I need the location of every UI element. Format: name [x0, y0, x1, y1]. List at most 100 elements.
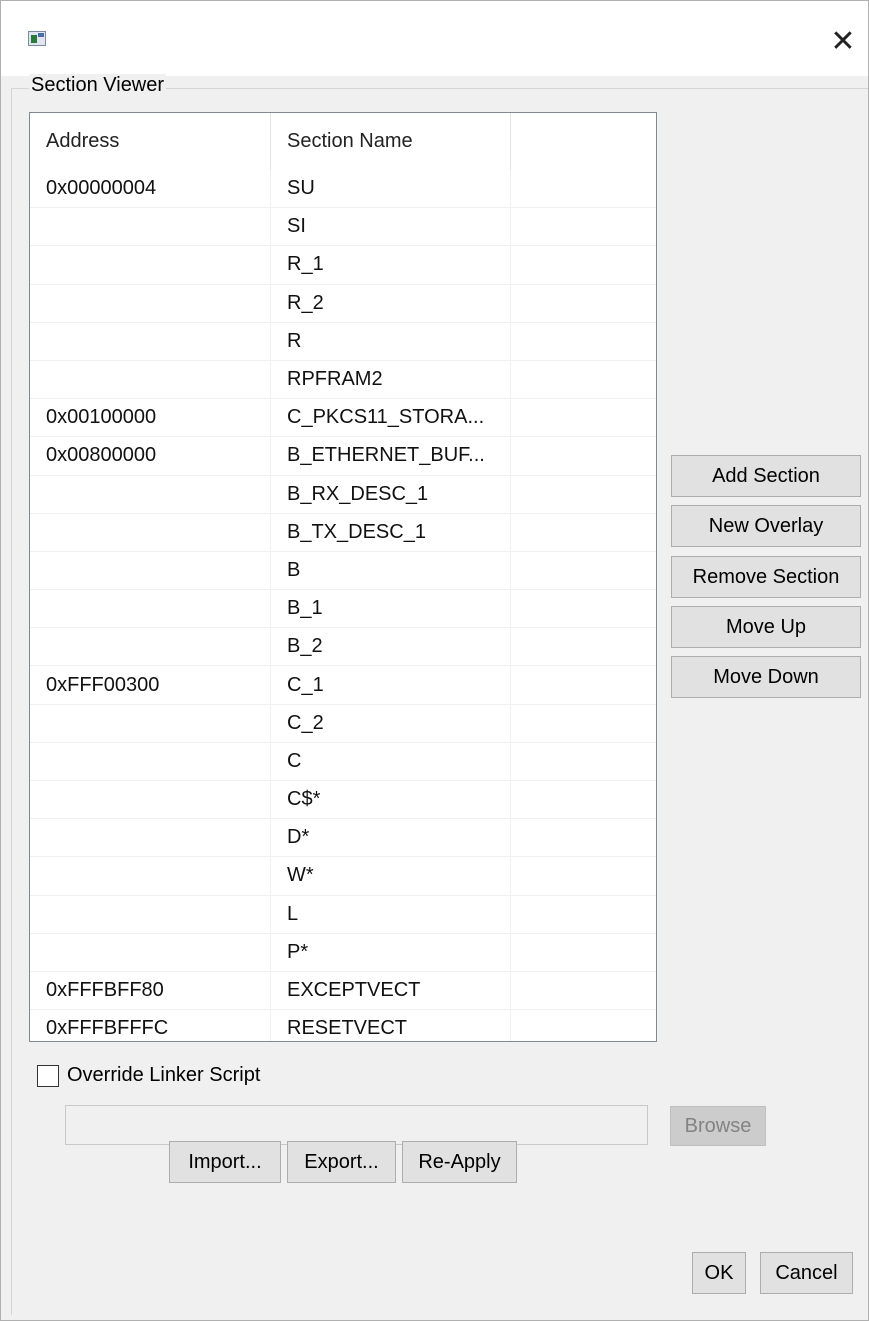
section-name-cell: C_1: [271, 666, 511, 705]
browse-button[interactable]: Browse: [670, 1106, 766, 1146]
address-cell: 0xFFF00300: [30, 666, 271, 705]
close-button[interactable]: ✕: [823, 21, 863, 61]
table-row[interactable]: C$*: [30, 781, 656, 820]
section-name-cell: R_1: [271, 246, 511, 285]
section-table[interactable]: Address Section Name 0x00000004 SU SI R_1 R_…: [29, 112, 657, 1042]
address-cell: [30, 933, 271, 972]
section-name-cell: SI: [271, 208, 511, 247]
table-row[interactable]: L: [30, 895, 656, 934]
address-cell: 0xFFFBFF80: [30, 971, 271, 1011]
filler-cell: [511, 666, 656, 705]
filler-cell: [511, 552, 656, 591]
table-row[interactable]: W*: [30, 857, 656, 896]
table-row[interactable]: 0xFFFBFFFC RESETVECT: [30, 1010, 656, 1041]
section-name-cell: W*: [271, 857, 511, 896]
address-cell: [30, 284, 271, 323]
filler-cell: [511, 857, 656, 896]
address-cell: 0x00800000: [30, 437, 271, 476]
section-name-cell: B_2: [271, 628, 511, 667]
remove-section-button[interactable]: Remove Section: [671, 556, 861, 598]
table-row[interactable]: R_2: [30, 284, 656, 323]
new-overlay-button[interactable]: New Overlay: [671, 505, 861, 547]
section-name-cell: P*: [271, 933, 511, 972]
ok-button[interactable]: OK: [692, 1252, 746, 1294]
filler-cell: [511, 1010, 656, 1041]
table-row[interactable]: RPFRAM2: [30, 360, 656, 400]
filler-cell: [511, 170, 656, 209]
section-name-cell: C: [271, 742, 511, 781]
table-row[interactable]: 0x00000004 SU: [30, 170, 656, 209]
table-row[interactable]: B_1: [30, 590, 656, 629]
section-name-cell: D*: [271, 819, 511, 858]
address-cell: [30, 819, 271, 858]
address-cell: [30, 322, 271, 361]
linker-script-path-input[interactable]: [65, 1105, 648, 1145]
reapply-button[interactable]: Re-Apply: [402, 1141, 517, 1183]
address-cell: [30, 551, 271, 591]
table-row[interactable]: C_2: [30, 704, 656, 743]
address-cell: [30, 513, 271, 552]
table-row[interactable]: B: [30, 551, 656, 591]
section-name-cell: B_ETHERNET_BUF...: [271, 437, 511, 476]
table-row[interactable]: 0x00800000 B_ETHERNET_BUF...: [30, 437, 656, 476]
app-window-icon: [28, 31, 46, 46]
section-name-cell: RESETVECT: [271, 1010, 511, 1041]
table-row[interactable]: R_1: [30, 246, 656, 285]
section-name-cell: RPFRAM2: [271, 360, 511, 400]
section-name-cell: B: [271, 551, 511, 591]
address-cell: [30, 895, 271, 934]
table-row[interactable]: B_RX_DESC_1: [30, 475, 656, 514]
section-name-cell: C_PKCS11_STORA...: [271, 399, 511, 438]
table-row[interactable]: B_TX_DESC_1: [30, 513, 656, 552]
column-header-address[interactable]: Address: [30, 113, 271, 170]
column-header-section-name[interactable]: Section Name: [271, 113, 511, 170]
section-name-cell: SU: [271, 170, 511, 209]
filler-cell: [511, 743, 656, 781]
table-row[interactable]: 0xFFFBFF80 EXCEPTVECT: [30, 971, 656, 1011]
add-section-button[interactable]: Add Section: [671, 455, 861, 497]
section-name-cell: B_1: [271, 590, 511, 629]
address-cell: [30, 475, 271, 514]
import-button[interactable]: Import...: [169, 1141, 281, 1183]
filler-cell: [511, 781, 656, 820]
section-name-cell: C_2: [271, 704, 511, 743]
filler-cell: [511, 208, 656, 247]
address-cell: 0x00000004: [30, 170, 271, 209]
move-up-button[interactable]: Move Up: [671, 606, 861, 648]
filler-cell: [511, 246, 656, 285]
filler-cell: [511, 285, 656, 323]
override-linker-script-label: Override Linker Script: [67, 1064, 261, 1086]
table-row[interactable]: C: [30, 742, 656, 781]
move-down-button[interactable]: Move Down: [671, 656, 861, 698]
filler-cell: [511, 819, 656, 858]
title-bar: ✕: [1, 1, 868, 76]
section-name-cell: EXCEPTVECT: [271, 971, 511, 1011]
export-button[interactable]: Export...: [287, 1141, 396, 1183]
table-row[interactable]: 0xFFF00300 C_1: [30, 666, 656, 705]
table-row[interactable]: R: [30, 322, 656, 361]
address-cell: 0xFFFBFFFC: [30, 1010, 271, 1041]
filler-cell: [511, 934, 656, 972]
section-name-cell: R_2: [271, 284, 511, 323]
table-row[interactable]: B_2: [30, 628, 656, 667]
section-viewer-dialog: ✕ Section Viewer Address Section Name 0x…: [0, 0, 869, 1321]
override-linker-script-option[interactable]: Override Linker Script: [37, 1064, 260, 1087]
column-header-filler: [511, 113, 656, 170]
override-linker-script-checkbox[interactable]: [37, 1064, 59, 1087]
filler-cell: [511, 896, 656, 934]
table-row[interactable]: SI: [30, 208, 656, 247]
table-row[interactable]: P*: [30, 933, 656, 972]
table-row[interactable]: D*: [30, 819, 656, 858]
filler-cell: [511, 361, 656, 400]
address-cell: [30, 628, 271, 667]
section-name-cell: B_RX_DESC_1: [271, 475, 511, 514]
address-cell: [30, 360, 271, 400]
filler-cell: [511, 590, 656, 629]
section-name-cell: C$*: [271, 781, 511, 820]
table-row[interactable]: 0x00100000 C_PKCS11_STORA...: [30, 399, 656, 438]
filler-cell: [511, 514, 656, 552]
cancel-button[interactable]: Cancel: [760, 1252, 853, 1294]
address-cell: [30, 742, 271, 781]
filler-cell: [511, 476, 656, 514]
section-name-cell: B_TX_DESC_1: [271, 513, 511, 552]
